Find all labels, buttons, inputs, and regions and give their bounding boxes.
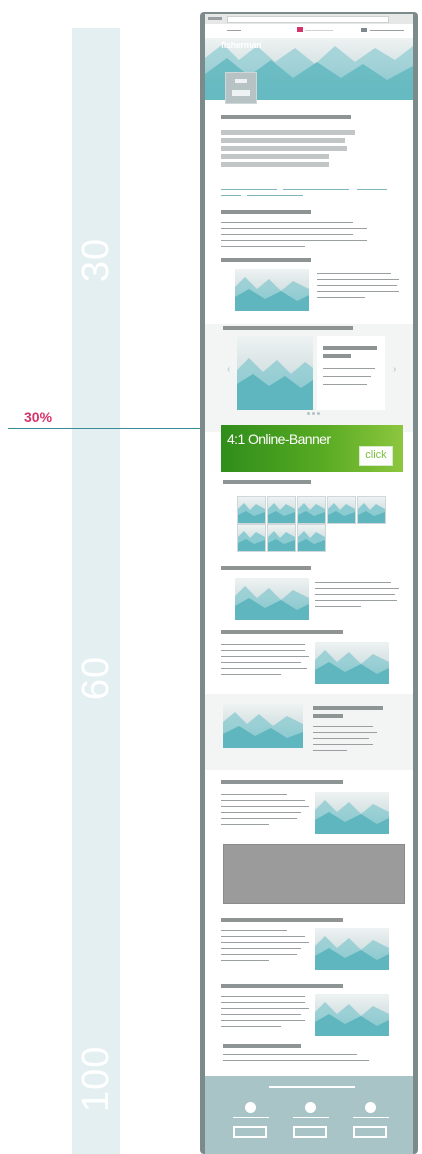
featured-image — [223, 704, 303, 748]
page-footer — [205, 1076, 413, 1154]
carousel-dot[interactable] — [307, 412, 310, 415]
nav-marker-icon — [297, 27, 303, 32]
article-image — [315, 642, 389, 684]
gallery-thumbnail[interactable] — [327, 496, 356, 524]
article-image — [235, 269, 309, 311]
banner-click-button[interactable]: click — [359, 446, 393, 466]
footer-icon[interactable] — [365, 1102, 376, 1113]
gallery-thumbnail[interactable] — [357, 496, 386, 524]
footer-icon[interactable] — [245, 1102, 256, 1113]
scroll-depth-scale: 30 60 100 — [72, 28, 120, 1154]
menu-icon — [361, 28, 367, 32]
banner-text: 4:1 Online-Banner — [227, 431, 331, 447]
footer-button[interactable] — [293, 1126, 327, 1138]
carousel-dot[interactable] — [317, 412, 320, 415]
marker-percentage-label: 30% — [24, 409, 53, 425]
marker-line — [8, 428, 213, 429]
gallery-thumbnail[interactable] — [267, 496, 296, 524]
scale-label-60: 60 — [75, 655, 117, 701]
hero-thumbnail — [225, 72, 257, 104]
gallery-thumbnail[interactable] — [297, 496, 326, 524]
gallery-thumbnail[interactable] — [237, 524, 266, 552]
footer-button[interactable] — [233, 1126, 267, 1138]
carousel-dot[interactable] — [312, 412, 315, 415]
scale-label-100: 100 — [75, 1045, 117, 1112]
scale-label-30: 30 — [75, 237, 117, 283]
site-logo: fisherman — [221, 40, 262, 50]
article-image — [315, 994, 389, 1036]
footer-icon[interactable] — [305, 1102, 316, 1113]
carousel-next-icon[interactable]: › — [393, 364, 396, 375]
article-image — [235, 578, 309, 620]
gallery-thumbnail[interactable] — [267, 524, 296, 552]
ad-placeholder — [223, 844, 405, 904]
nav-bar — [205, 24, 413, 36]
thumbnail-gallery — [237, 496, 387, 554]
page-wireframe: fisherman ‹ › 4:1 Online-Banner click — [205, 14, 413, 1154]
article-image — [315, 928, 389, 970]
gallery-thumbnail[interactable] — [297, 524, 326, 552]
browser-bar — [205, 14, 413, 24]
article-image — [315, 792, 389, 834]
carousel-text-card — [317, 336, 385, 410]
address-field — [227, 16, 389, 23]
carousel-image — [237, 336, 313, 410]
footer-button[interactable] — [353, 1126, 387, 1138]
gallery-thumbnail[interactable] — [237, 496, 266, 524]
window-controls-icon — [208, 17, 222, 20]
carousel-prev-icon[interactable]: ‹ — [227, 364, 230, 375]
